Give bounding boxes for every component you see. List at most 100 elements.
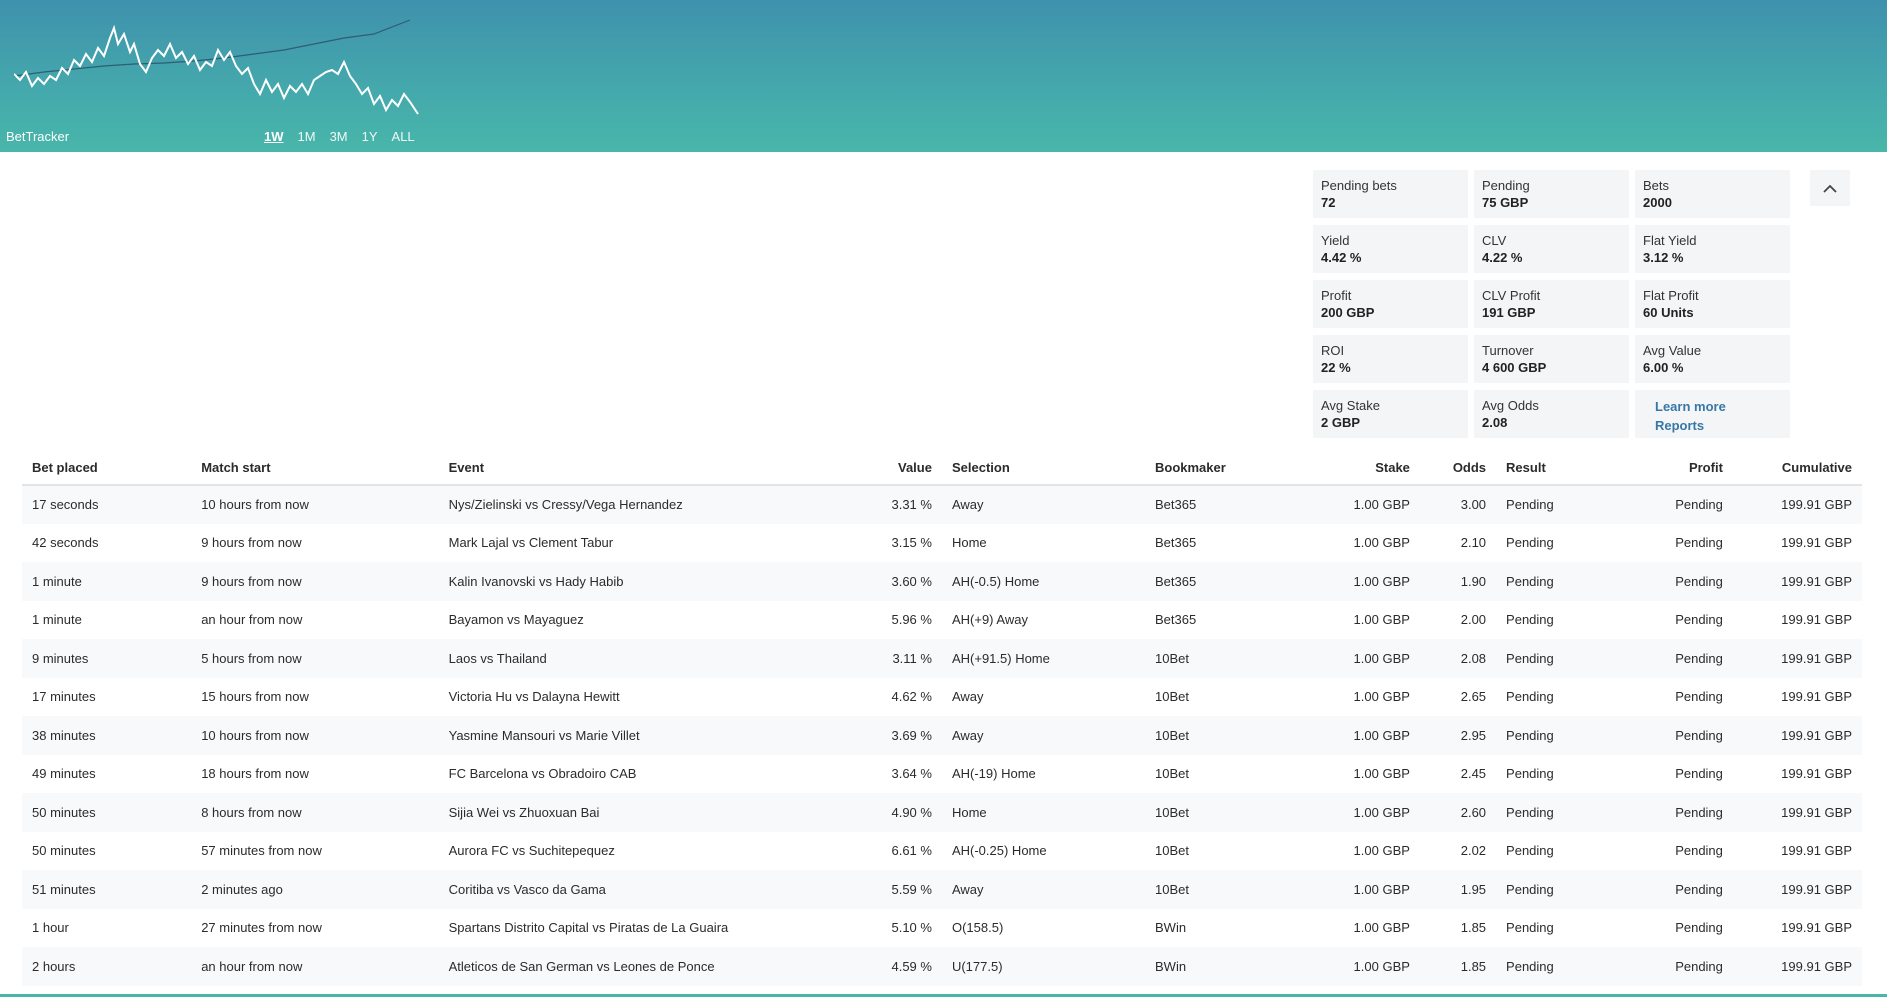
- cell-cumulative: 199.91 GBP: [1732, 639, 1862, 678]
- col-bookmaker[interactable]: Bookmaker: [1145, 451, 1304, 486]
- cell-selection: U(177.5): [941, 947, 1145, 986]
- table-row[interactable]: 1 minute an hour from now Bayamon vs Mayag…: [22, 601, 1862, 640]
- stat-roi: ROI 22 %: [1313, 335, 1468, 383]
- cell-bet-placed: 50 minutes: [32, 843, 96, 859]
- cell-result: Pending: [1496, 716, 1623, 755]
- cell-selection: Away: [941, 716, 1145, 755]
- table-row[interactable]: 1 hour 27 minutes from now Spartans Distri…: [22, 909, 1862, 948]
- cell-selection: AH(+91.5) Home: [941, 639, 1145, 678]
- cell-event: Victoria Hu vs Dalayna Hewitt: [448, 689, 620, 705]
- cell-result: Pending: [1496, 562, 1623, 601]
- cell-profit: Pending: [1622, 639, 1733, 678]
- collapse-stats-button[interactable]: [1810, 170, 1850, 206]
- cell-cumulative: 199.91 GBP: [1732, 793, 1862, 832]
- col-stake[interactable]: Stake: [1303, 451, 1420, 486]
- col-bet-placed[interactable]: Bet placed: [22, 451, 192, 486]
- cell-stake: 1.00 GBP: [1303, 485, 1420, 524]
- cell-value: 3.69 %: [861, 716, 942, 755]
- table-row[interactable]: 2 hours an hour from now Atleticos de San …: [22, 947, 1862, 986]
- cell-result: Pending: [1496, 793, 1623, 832]
- cell-odds: 1.95: [1419, 870, 1497, 909]
- cell-event: Aurora FC vs Suchitepequez: [448, 843, 615, 859]
- cell-selection: Home: [941, 793, 1145, 832]
- cell-odds: 1.85: [1419, 947, 1497, 986]
- cell-cumulative: 199.91 GBP: [1781, 920, 1852, 936]
- cell-cumulative: 199.91 GBP: [1781, 766, 1852, 782]
- cell-bookmaker: Bet365: [1155, 535, 1197, 551]
- cell-cumulative: 199.91 GBP: [1781, 843, 1852, 859]
- profit-sparkline: [14, 19, 419, 115]
- cell-match-start: 10 hours from now: [191, 485, 439, 524]
- stat-label: Pending: [1482, 178, 1530, 193]
- cell-profit: Pending: [1622, 793, 1733, 832]
- col-event[interactable]: Event: [438, 451, 862, 486]
- col-cumulative[interactable]: Cumulative: [1732, 451, 1862, 486]
- table-row[interactable]: 17 seconds 10 hours from now Nys/Zielinski…: [22, 485, 1862, 524]
- cell-stake: 1.00 GBP: [1353, 843, 1410, 859]
- cell-odds: 1.90: [1419, 562, 1497, 601]
- cell-event: Kalin Ivanovski vs Hady Habib: [438, 562, 862, 601]
- stat-value: 22 %: [1321, 360, 1351, 375]
- col-result[interactable]: Result: [1496, 451, 1623, 486]
- cell-match-start: 9 hours from now: [201, 535, 302, 551]
- table-row[interactable]: 1 minute 9 hours from now Kalin Ivanovski …: [22, 562, 1862, 601]
- col-odds[interactable]: Odds: [1419, 451, 1497, 486]
- stat-value: 4.42 %: [1321, 250, 1362, 265]
- col-value[interactable]: Value: [861, 451, 942, 486]
- cell-odds: 2.65: [1460, 689, 1487, 705]
- table-row[interactable]: 42 seconds 9 hours from now Mark Lajal vs …: [22, 524, 1862, 563]
- table-row[interactable]: 51 minutes 2 minutes ago Coritiba vs Vasco…: [22, 870, 1862, 909]
- cell-result: Pending: [1496, 870, 1623, 909]
- range-1w[interactable]: 1W: [264, 129, 284, 144]
- stat-profit: Profit 200 GBP: [1313, 280, 1468, 328]
- cell-odds: 2.60: [1419, 793, 1497, 832]
- cell-odds: 2.45: [1460, 766, 1487, 782]
- reports-link[interactable]: Reports: [1643, 416, 1782, 435]
- col-match-start[interactable]: Match start: [191, 451, 439, 486]
- range-3m[interactable]: 3M: [330, 129, 348, 144]
- stat-label: Avg Stake: [1321, 398, 1381, 413]
- cell-selection: O(158.5): [951, 920, 1004, 936]
- cell-event: Bayamon vs Mayaguez: [448, 612, 584, 628]
- cell-bet-placed: 1 hour: [32, 920, 69, 936]
- col-profit[interactable]: Profit: [1622, 451, 1733, 486]
- cell-bet-placed: 2 hours: [22, 947, 192, 986]
- cell-stake: 1.00 GBP: [1303, 639, 1420, 678]
- cell-selection: Home: [951, 535, 987, 551]
- table-row[interactable]: 49 minutes 18 hours from now FC Barcelona …: [22, 755, 1862, 794]
- cell-bookmaker: 10Bet: [1155, 689, 1189, 705]
- table-row[interactable]: 17 minutes 15 hours from now Victoria Hu v…: [22, 678, 1862, 717]
- cell-odds: 1.85: [1460, 920, 1487, 936]
- stat-label: Yield: [1321, 233, 1350, 248]
- cell-result: Pending: [1506, 766, 1554, 782]
- learn-more-link[interactable]: Learn more: [1643, 397, 1782, 416]
- cell-selection: AH(-0.25) Home: [951, 843, 1047, 859]
- bets-table: Bet placed Match start Event Value Selec…: [22, 451, 1862, 986]
- cell-selection: AH(-0.5) Home: [941, 562, 1145, 601]
- cell-result: Pending: [1496, 639, 1623, 678]
- table-row[interactable]: 50 minutes 57 minutes from now Aurora FC v…: [22, 832, 1862, 871]
- stat-label: Flat Yield: [1643, 233, 1697, 248]
- cell-bet-placed: 9 minutes: [22, 639, 192, 678]
- cell-cumulative: 199.91 GBP: [1781, 689, 1852, 705]
- stat-label: ROI: [1321, 343, 1345, 358]
- cell-bet-placed: 1 minute: [32, 612, 82, 628]
- cell-profit: Pending: [1622, 870, 1733, 909]
- range-1m[interactable]: 1M: [298, 129, 316, 144]
- stat-value: 191 GBP: [1482, 305, 1536, 320]
- cell-cumulative: 199.91 GBP: [1732, 716, 1862, 755]
- cell-profit: Pending: [1622, 716, 1733, 755]
- cell-stake: 1.00 GBP: [1353, 920, 1410, 936]
- sparkline-daily: [14, 24, 419, 115]
- table-row[interactable]: 9 minutes 5 hours from now Laos vs Thailan…: [22, 639, 1862, 678]
- cell-bet-placed: 42 seconds: [32, 535, 99, 551]
- range-1y[interactable]: 1Y: [362, 129, 378, 144]
- range-all[interactable]: ALL: [392, 129, 415, 144]
- cell-value: 3.15 %: [891, 535, 932, 551]
- table-row[interactable]: 38 minutes 10 hours from now Yasmine Manso…: [22, 716, 1862, 755]
- cell-match-start: 8 hours from now: [191, 793, 439, 832]
- col-selection[interactable]: Selection: [941, 451, 1145, 486]
- cell-cumulative: 199.91 GBP: [1732, 870, 1862, 909]
- cell-match-start: 15 hours from now: [201, 689, 309, 705]
- table-row[interactable]: 50 minutes 8 hours from now Sijia Wei vs Z…: [22, 793, 1862, 832]
